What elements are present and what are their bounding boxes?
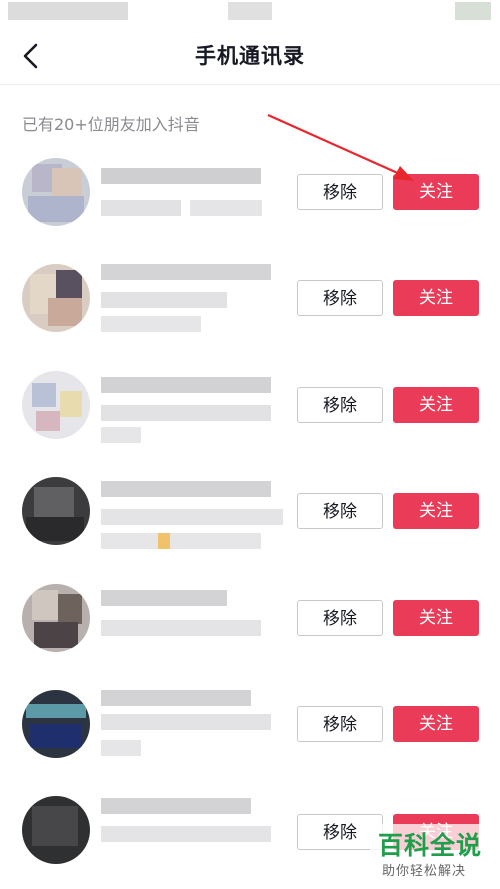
follow-button[interactable]: 关注 <box>393 174 479 210</box>
contact-name-redacted <box>101 481 271 497</box>
remove-button[interactable]: 移除 <box>297 280 383 316</box>
avatar <box>22 371 90 439</box>
contact-row: 移除 关注 <box>0 584 500 690</box>
contact-info-redacted <box>101 826 271 842</box>
contact-info-redacted <box>101 620 261 636</box>
contact-name-redacted <box>101 590 227 606</box>
contact-info-redacted <box>101 200 181 216</box>
avatar <box>22 690 90 758</box>
status-bar <box>0 0 500 26</box>
contact-info-redacted <box>101 509 283 525</box>
contact-name-redacted <box>101 168 261 184</box>
page-title: 手机通讯录 <box>195 44 305 68</box>
follow-button[interactable]: 关注 <box>393 280 479 316</box>
remove-button[interactable]: 移除 <box>297 600 383 636</box>
avatar <box>22 477 90 545</box>
follow-button[interactable]: 关注 <box>393 706 479 742</box>
watermark: 百科全说 助你轻松解决 <box>370 824 500 888</box>
contact-row: 移除 关注 <box>0 690 500 796</box>
watermark-subtitle: 助你轻松解决 <box>382 864 467 879</box>
remove-button[interactable]: 移除 <box>297 387 383 423</box>
avatar <box>22 796 90 864</box>
contact-info-redacted <box>101 405 271 421</box>
remove-button[interactable]: 移除 <box>297 493 383 529</box>
contact-row: 移除 关注 <box>0 371 500 477</box>
contact-row: 移除 关注 <box>0 477 500 583</box>
nav-bar: 手机通讯录 <box>0 26 500 85</box>
follow-button[interactable]: 关注 <box>393 600 479 636</box>
contact-name-redacted <box>101 264 271 280</box>
follow-button[interactable]: 关注 <box>393 493 479 529</box>
avatar <box>22 264 90 332</box>
remove-button[interactable]: 移除 <box>297 174 383 210</box>
avatar <box>22 584 90 652</box>
watermark-title: 百科全说 <box>378 831 483 860</box>
contact-info-redacted <box>101 292 227 308</box>
contact-row: 移除 关注 <box>0 158 500 264</box>
contact-name-redacted <box>101 798 251 814</box>
remove-button[interactable]: 移除 <box>297 706 383 742</box>
friends-joined-count: 已有20+位朋友加入抖音 <box>22 115 200 134</box>
contact-name-redacted <box>101 690 251 706</box>
contacts-page: 手机通讯录 已有20+位朋友加入抖音 移除 关注 移除 关注 移除 关注 移除 … <box>0 0 500 889</box>
contact-name-redacted <box>101 377 271 393</box>
avatar <box>22 158 90 226</box>
follow-button[interactable]: 关注 <box>393 387 479 423</box>
contact-info-redacted <box>101 714 271 730</box>
contact-row: 移除 关注 <box>0 264 500 370</box>
